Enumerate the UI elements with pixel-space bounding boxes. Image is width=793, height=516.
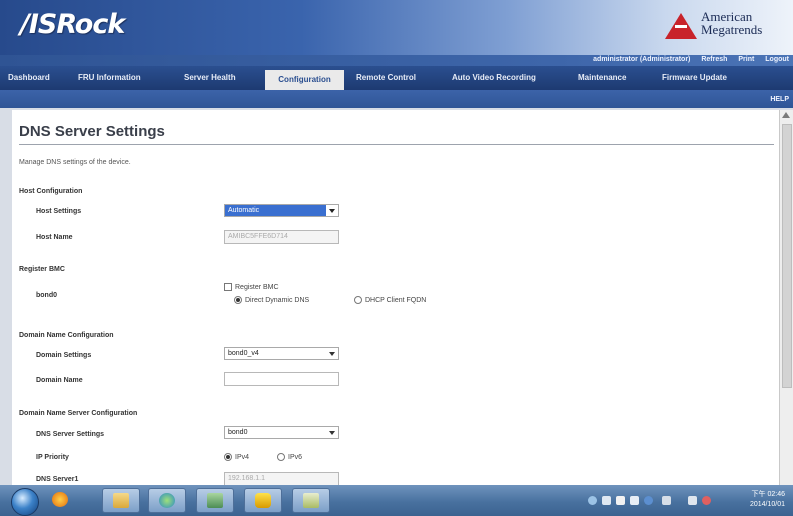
host-settings-select[interactable]: Automatic: [224, 204, 339, 217]
taskbar-network[interactable]: [196, 488, 234, 513]
folder-icon: [113, 493, 129, 508]
help-bar: [0, 90, 793, 108]
scroll-up-icon[interactable]: [782, 112, 790, 118]
domain-settings-label: Domain Settings: [36, 352, 92, 359]
register-section-heading: Register BMC: [19, 266, 65, 273]
domain-name-label: Domain Name: [36, 377, 83, 384]
tray-keyboard-icon[interactable]: [616, 496, 625, 505]
tab-auto-video-recording[interactable]: Auto Video Recording: [452, 66, 536, 90]
host-name-field[interactable]: AMIBC5FFE6D714: [224, 230, 339, 244]
tray-display-icon[interactable]: [630, 496, 639, 505]
radio-selected-icon: [234, 296, 242, 304]
tab-server-health[interactable]: Server Health: [184, 66, 236, 90]
dns-settings-label: DNS Server Settings: [36, 431, 105, 438]
title-divider: [19, 144, 774, 145]
register-bmc-checkbox-label: Register BMC: [235, 283, 279, 291]
taskbar-browser[interactable]: [148, 488, 186, 513]
host-section-heading: Host Configuration: [19, 188, 83, 195]
top-links: administrator (Administrator) Refresh Pr…: [584, 56, 789, 63]
radio-icon: [277, 453, 285, 461]
host-settings-label: Host Settings: [36, 208, 82, 215]
ami-wordmark: American Megatrends: [701, 10, 762, 36]
taskbar-explorer[interactable]: [102, 488, 140, 513]
key-icon: [255, 493, 271, 508]
logout-link[interactable]: Logout: [765, 56, 789, 63]
clock-date: 2014/10/01: [749, 501, 785, 508]
ipv6-label: IPv6: [288, 453, 303, 461]
content-panel: DNS Server Settings Manage DNS settings …: [12, 110, 779, 485]
direct-dynamic-dns-radio[interactable]: Direct Dynamic DNS: [234, 296, 309, 304]
taskbar-app-yellow[interactable]: [244, 488, 282, 513]
radio-icon: [354, 296, 362, 304]
checkbox-icon: [224, 283, 232, 291]
tray-bluetooth-icon[interactable]: [644, 496, 653, 505]
page-title: DNS Server Settings: [19, 123, 165, 140]
clock-time: 下午 02:46: [751, 491, 785, 498]
print-link[interactable]: Print: [738, 56, 754, 63]
user-link[interactable]: administrator (Administrator): [593, 56, 690, 63]
dns-server1-label: DNS Server1: [36, 476, 79, 483]
taskbar-app-checklist[interactable]: [292, 488, 330, 513]
help-link[interactable]: HELP: [770, 96, 789, 103]
tab-maintenance[interactable]: Maintenance: [578, 66, 626, 90]
host-settings-value: Automatic: [228, 207, 260, 214]
tray-arrow-icon[interactable]: [588, 496, 597, 505]
dns-server1-field[interactable]: 192.168.1.1: [224, 472, 339, 485]
start-button[interactable]: [11, 488, 39, 516]
register-bmc-checkbox[interactable]: Register BMC: [224, 283, 279, 291]
chevron-down-icon: [329, 209, 335, 213]
dns-settings-select[interactable]: bond0: [224, 426, 339, 439]
tray-app-icon[interactable]: [602, 496, 611, 505]
main-nav: Dashboard FRU Information Server Health …: [0, 66, 793, 90]
globe-icon: [159, 493, 175, 508]
dns-section-heading: Domain Name Server Configuration: [19, 410, 138, 417]
vertical-scrollbar[interactable]: [779, 110, 793, 485]
chevron-down-icon: [329, 352, 335, 356]
network-icon: [207, 493, 223, 508]
domain-name-field[interactable]: [224, 372, 339, 386]
chevron-down-icon: [329, 431, 335, 435]
ip-priority-label: IP Priority: [36, 454, 69, 461]
host-name-label: Host Name: [36, 234, 73, 241]
ipv4-radio[interactable]: IPv4: [224, 453, 249, 461]
taskbar-clock[interactable]: 下午 02:46 2014/10/01: [750, 490, 785, 510]
media-player-icon: [52, 492, 68, 507]
tray-network-icon[interactable]: [662, 496, 671, 505]
domain-section-heading: Domain Name Configuration: [19, 332, 114, 339]
ami-wordmark-line2: Megatrends: [701, 22, 763, 37]
domain-settings-select[interactable]: bond0_v4: [224, 347, 339, 360]
asrock-logo: /ISRock: [20, 9, 125, 40]
dns-settings-value: bond0: [228, 429, 248, 436]
direct-dynamic-dns-label: Direct Dynamic DNS: [245, 296, 310, 304]
radio-selected-icon: [224, 453, 232, 461]
ami-triangle-bar: [675, 25, 687, 28]
scroll-thumb[interactable]: [782, 124, 792, 388]
refresh-link[interactable]: Refresh: [701, 56, 727, 63]
tab-remote-control[interactable]: Remote Control: [356, 66, 416, 90]
tray-alert-icon[interactable]: [702, 496, 711, 505]
tray-volume-icon[interactable]: [688, 496, 697, 505]
taskbar-media-player[interactable]: [46, 488, 74, 513]
tab-configuration[interactable]: Configuration: [265, 70, 344, 90]
tab-fru-information[interactable]: FRU Information: [78, 66, 141, 90]
tab-dashboard[interactable]: Dashboard: [8, 66, 50, 90]
ipv4-label: IPv4: [235, 453, 250, 461]
dhcp-client-fqdn-radio[interactable]: DHCP Client FQDN: [354, 296, 426, 304]
ipv6-radio[interactable]: IPv6: [277, 453, 302, 461]
tab-firmware-update[interactable]: Firmware Update: [662, 66, 727, 90]
checklist-icon: [303, 493, 319, 508]
dhcp-client-fqdn-label: DHCP Client FQDN: [365, 296, 427, 304]
page-description: Manage DNS settings of the device.: [19, 159, 131, 166]
domain-settings-value: bond0_v4: [228, 350, 259, 357]
ami-logo: American Megatrends: [665, 7, 785, 45]
register-iface-label: bond0: [36, 292, 57, 299]
